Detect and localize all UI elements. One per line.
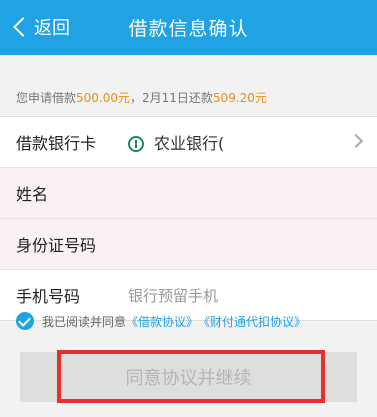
page-title: 借款信息确认 <box>128 18 249 40</box>
tenpay-agreement-link[interactable]: 《财付通代扣协议》 <box>198 313 306 330</box>
chevron-right-icon <box>348 133 364 149</box>
chevron-left-icon <box>13 17 33 37</box>
abc-bank-icon <box>128 136 144 152</box>
id-card-row: 身份证号码 <box>0 219 377 270</box>
checkbox-checked-icon[interactable] <box>16 312 34 330</box>
loan-amount: 500.00元 <box>76 90 131 105</box>
repay-amount: 509.20元 <box>212 90 267 105</box>
loan-notice: 您申请借款 500.00元 ，2月11日还款 509.20元 <box>16 90 267 105</box>
back-label: 返回 <box>34 18 70 39</box>
back-button[interactable]: 返回 <box>8 13 70 41</box>
id-card-label: 身份证号码 <box>16 236 97 255</box>
agree-continue-button[interactable]: 同意协议并继续 <box>20 352 357 402</box>
agree-continue-label: 同意协议并继续 <box>125 368 252 389</box>
phone-input[interactable]: 银行预留手机 <box>128 285 218 306</box>
name-label: 姓名 <box>16 185 49 204</box>
bank-card-row[interactable]: 借款银行卡 农业银行( <box>0 117 377 168</box>
loan-agreement-link[interactable]: 《借款协议》 <box>126 313 198 330</box>
bank-card-value: 农业银行( <box>154 134 225 153</box>
phone-label: 手机号码 <box>16 287 81 306</box>
name-row: 姓名 <box>0 168 377 219</box>
nav-bar: 返回 借款信息确认 <box>0 0 377 55</box>
agreement-row: 我已阅读并同意 《借款协议》 《财付通代扣协议》 <box>16 312 306 330</box>
agreement-text: 我已阅读并同意 <box>42 314 127 329</box>
loan-form: 借款银行卡 农业银行( 姓名 身份证号码 手机号码 银行预留手机 <box>0 116 377 321</box>
bank-card-label: 借款银行卡 <box>16 134 97 153</box>
